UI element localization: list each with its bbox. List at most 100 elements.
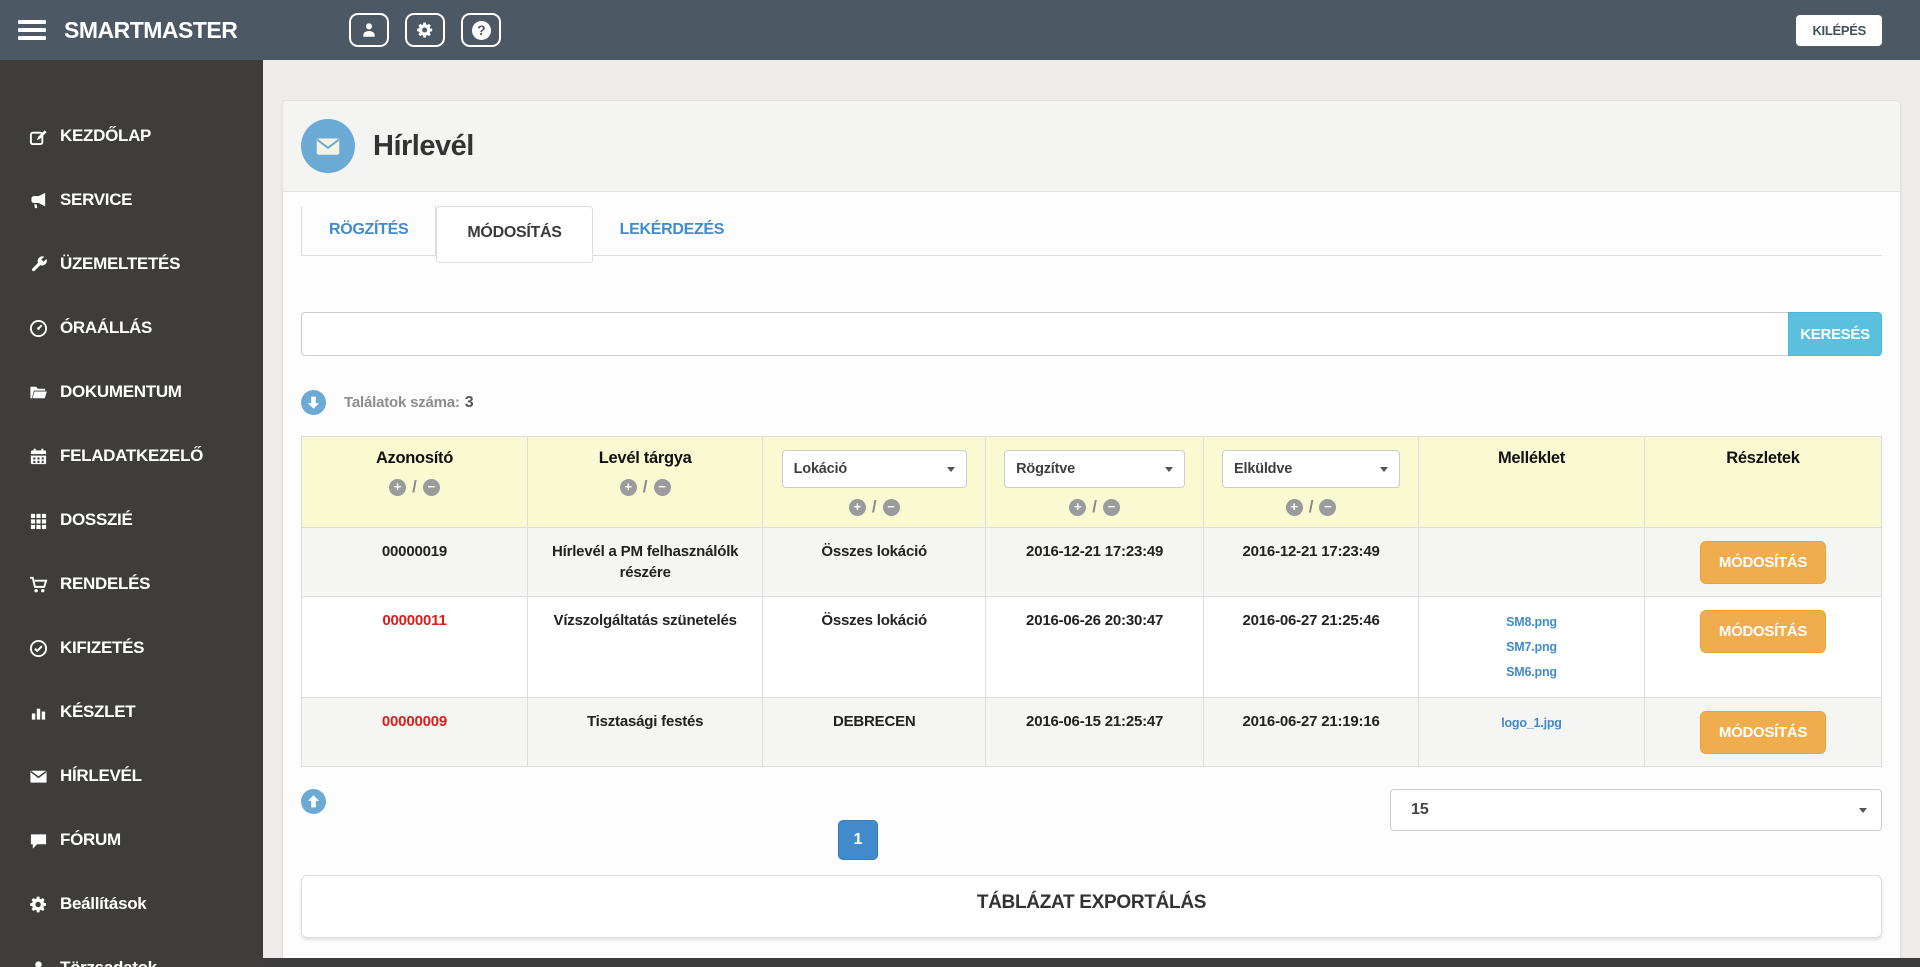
sidebar-item-label: ÜZEMELTETÉS xyxy=(60,254,181,273)
column-header-azonosito: Azonosító + / − xyxy=(301,436,528,528)
sidebar-item-dokumentum[interactable]: DOKUMENTUM xyxy=(0,360,263,424)
gear-icon[interactable] xyxy=(405,13,446,47)
sort-controls: + / − xyxy=(994,497,1195,517)
cell-location: DEBRECEN xyxy=(762,697,987,767)
sidebar-item-hirlevel[interactable]: HÍRLEVÉL xyxy=(0,744,263,808)
attachment-link[interactable]: logo_1.jpg xyxy=(1429,711,1634,736)
user-icon xyxy=(26,959,50,967)
bar-chart-icon xyxy=(26,703,50,722)
page-size-select[interactable]: 15 xyxy=(1390,789,1882,831)
column-title: Részletek xyxy=(1726,449,1800,467)
filter-select-lokacio[interactable]: Lokáció xyxy=(781,450,967,488)
sidebar: KEZDŐLAP SERVICE ÜZEMELTETÉS ÓRAÁLLÁS DOKUME… xyxy=(0,60,263,967)
sidebar-item-uzemeltetes[interactable]: ÜZEMELTETÉS xyxy=(0,232,263,296)
search-button[interactable]: KERESÉS xyxy=(1788,312,1882,356)
scroll-top-icon[interactable] xyxy=(301,789,326,814)
sort-asc-icon[interactable]: + xyxy=(389,478,407,496)
sidebar-item-label: KIFIZETÉS xyxy=(60,638,145,657)
main-content: Hírlevél RÖGZÍTÉS MÓDOSÍTÁS LEKÉRDEZÉS K… xyxy=(263,60,1920,967)
column-title: Azonosító xyxy=(375,449,453,467)
page-title: Hírlevél xyxy=(373,129,474,162)
collapse-down-icon[interactable] xyxy=(301,390,326,415)
sidebar-item-torzsadatok[interactable]: Törzsadatok xyxy=(0,936,263,967)
sort-controls: + / − xyxy=(1212,497,1410,517)
sort-asc-icon[interactable]: + xyxy=(1285,498,1303,516)
pagination-row: 1 15 xyxy=(301,789,1882,860)
gear-icon xyxy=(26,895,50,914)
sort-asc-icon[interactable]: + xyxy=(848,498,866,516)
modify-button[interactable]: MÓDOSÍTÁS xyxy=(1699,610,1827,653)
navbar-icon-group: ? xyxy=(349,13,517,47)
sort-desc-icon[interactable]: − xyxy=(1102,498,1120,516)
column-header-rogzitve: Rögzítve + / − xyxy=(985,436,1205,528)
sidebar-item-feladatkezelo[interactable]: FELADATKEZELŐ xyxy=(0,424,263,488)
user-icon[interactable] xyxy=(349,13,390,47)
sort-desc-icon[interactable]: − xyxy=(422,478,440,496)
page-size-value: 15 xyxy=(1411,801,1429,818)
table-export-button[interactable]: TÁBLÁZAT EXPORTÁLÁS xyxy=(301,875,1882,938)
attachment-link[interactable]: SM8.png xyxy=(1429,610,1634,635)
cell-recorded: 2016-12-21 17:23:49 xyxy=(985,527,1205,597)
folder-icon xyxy=(26,383,50,402)
table-row: 00000019 Hírlevél a PM felhasználólk rész… xyxy=(301,527,1883,597)
modify-button[interactable]: MÓDOSÍTÁS xyxy=(1699,711,1827,754)
sidebar-item-keszlet[interactable]: KÉSZLET xyxy=(0,680,263,744)
megaphone-icon xyxy=(26,191,50,210)
sort-asc-icon[interactable]: + xyxy=(1069,498,1087,516)
sidebar-item-label: KEZDŐLAP xyxy=(60,126,152,145)
attachment-link[interactable]: SM6.png xyxy=(1429,660,1634,685)
column-header-elkuldve: Elküldve + / − xyxy=(1203,436,1420,528)
sidebar-item-label: DOKUMENTUM xyxy=(60,382,182,401)
sidebar-item-label: FELADATKEZELŐ xyxy=(60,446,204,465)
sort-desc-icon[interactable]: − xyxy=(882,498,900,516)
sidebar-item-kezdolap[interactable]: KEZDŐLAP xyxy=(0,104,263,168)
search-bar: KERESÉS xyxy=(301,312,1882,356)
logout-button[interactable]: KILÉPÉS xyxy=(1796,14,1882,46)
chevron-down-icon xyxy=(1165,466,1174,472)
sidebar-item-oraallas[interactable]: ÓRAÁLLÁS xyxy=(0,296,263,360)
column-title: Melléklet xyxy=(1497,449,1565,467)
sort-asc-icon[interactable]: + xyxy=(619,478,637,496)
table-header-row: Azonosító + / − Levél tárgya + / − Lokáció + / − Rög… xyxy=(301,436,1883,528)
cell-recorded: 2016-06-26 20:30:47 xyxy=(985,596,1205,698)
content-panel: Hírlevél RÖGZÍTÉS MÓDOSÍTÁS LEKÉRDEZÉS K… xyxy=(282,100,1901,967)
cell-details: MÓDOSÍTÁS xyxy=(1643,527,1883,597)
cell-sent: 2016-06-27 21:25:46 xyxy=(1203,596,1420,698)
sort-desc-icon[interactable]: − xyxy=(653,478,671,496)
search-input[interactable] xyxy=(301,312,1788,356)
sidebar-item-label: RENDELÉS xyxy=(60,574,151,593)
column-header-reszletek: Részletek xyxy=(1643,436,1883,528)
column-header-melleklet: Melléklet xyxy=(1418,436,1645,528)
sidebar-item-label: KÉSZLET xyxy=(60,702,136,721)
sort-desc-icon[interactable]: − xyxy=(1319,498,1337,516)
tab-lekerdezes[interactable]: LEKÉRDEZÉS xyxy=(593,206,752,256)
column-header-targy: Levél tárgya + / − xyxy=(526,436,764,528)
sidebar-item-label: Beállítások xyxy=(60,894,147,913)
table-row: 00000009 Tisztasági festés DEBRECEN 2016-06… xyxy=(301,697,1883,767)
page-1-button[interactable]: 1 xyxy=(838,820,878,860)
help-icon[interactable]: ? xyxy=(461,13,502,47)
cell-sent: 2016-12-21 17:23:49 xyxy=(1203,527,1420,597)
edit-icon xyxy=(26,127,50,146)
sidebar-item-dosszie[interactable]: DOSSZIÉ xyxy=(0,488,263,552)
tab-modositas[interactable]: MÓDOSÍTÁS xyxy=(436,206,593,263)
cell-details: MÓDOSÍTÁS xyxy=(1643,596,1883,698)
modify-button[interactable]: MÓDOSÍTÁS xyxy=(1699,541,1827,584)
filter-select-rogzitve[interactable]: Rögzítve xyxy=(1004,450,1186,488)
cell-attachments xyxy=(1418,527,1645,597)
sidebar-item-beallitasok[interactable]: Beállítások xyxy=(0,872,263,936)
app-brand: SMARTMASTER xyxy=(64,16,238,43)
sidebar-item-kifizetes[interactable]: KIFIZETÉS xyxy=(0,616,263,680)
attachment-link[interactable]: SM7.png xyxy=(1429,635,1634,660)
sidebar-item-label: Törzsadatok xyxy=(60,958,157,967)
sidebar-item-service[interactable]: SERVICE xyxy=(0,168,263,232)
bottom-bar xyxy=(263,958,1920,967)
chevron-down-icon xyxy=(1380,466,1389,472)
sidebar-item-forum[interactable]: FÓRUM xyxy=(0,808,263,872)
cell-sent: 2016-06-27 21:19:16 xyxy=(1203,697,1420,767)
cell-subject: Tisztasági festés xyxy=(526,697,764,767)
sidebar-item-rendeles[interactable]: RENDELÉS xyxy=(0,552,263,616)
tab-rogzites[interactable]: RÖGZÍTÉS xyxy=(301,206,437,256)
menu-icon[interactable] xyxy=(18,16,46,44)
filter-select-elkuldve[interactable]: Elküldve xyxy=(1222,450,1401,488)
